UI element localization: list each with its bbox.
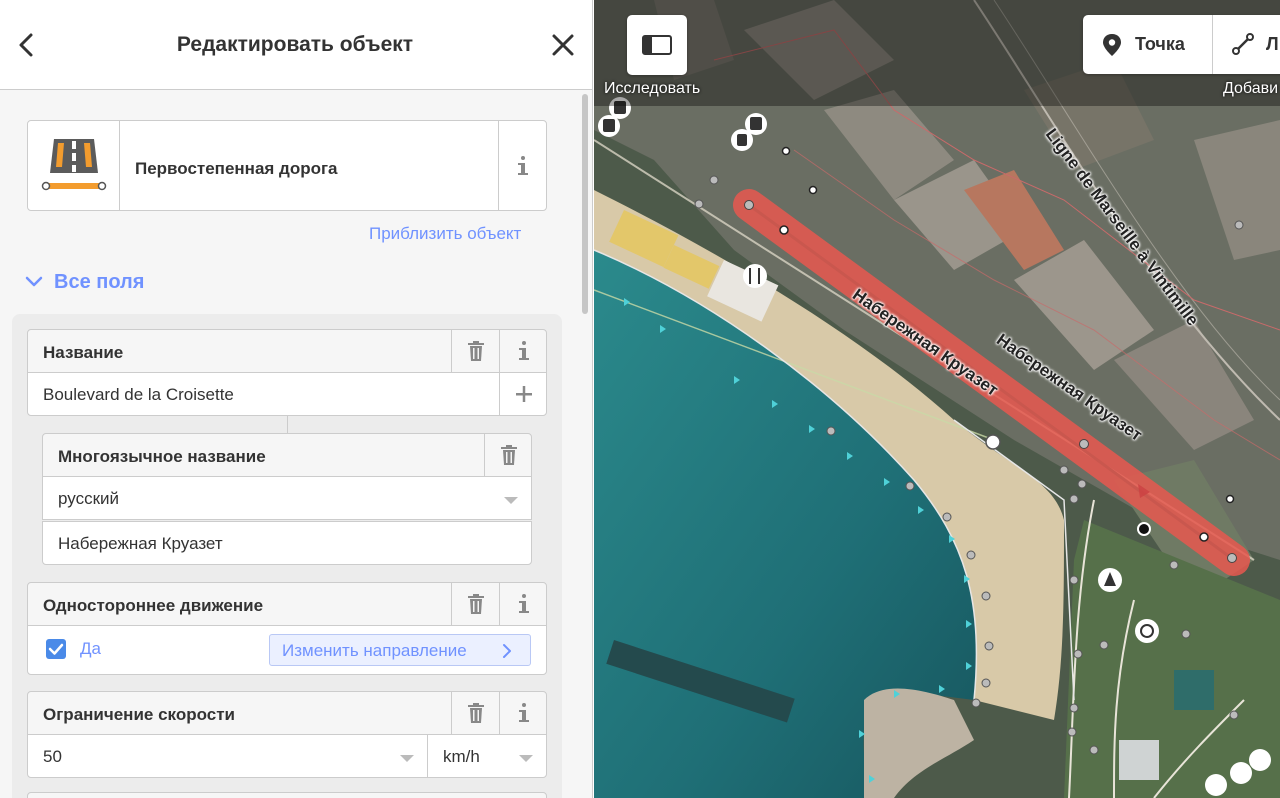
multilingual-delete-button[interactable] <box>484 434 532 476</box>
sidebar-scrollbar[interactable] <box>580 92 590 798</box>
map-imagery <box>594 0 1280 798</box>
primary-road-icon <box>41 139 107 191</box>
oneway-field-title: Одностороннее движение <box>43 596 264 615</box>
multilingual-field-title: Многоязычное название <box>58 447 266 466</box>
name-info-button[interactable] <box>499 330 547 372</box>
localized-name-value: Набережная Круазет <box>58 534 223 553</box>
map-marker-icon <box>1103 34 1121 56</box>
preset-icon-box <box>28 121 120 210</box>
chevron-left-icon <box>19 33 33 57</box>
oneway-field-label: Одностороннее движение <box>27 582 547 626</box>
maxspeed-unit-select[interactable]: km/h <box>427 734 547 778</box>
language-select[interactable]: русский <box>42 476 532 520</box>
name-input[interactable]: Boulevard de la Croisette <box>27 372 547 416</box>
explore-label: Исследовать <box>604 80 701 97</box>
language-value: русский <box>58 489 120 508</box>
preset-info-button[interactable] <box>498 121 546 210</box>
info-icon <box>518 703 529 722</box>
back-button[interactable] <box>14 30 40 60</box>
localized-connector <box>287 416 288 434</box>
trash-icon <box>467 341 484 361</box>
reverse-direction-button[interactable]: Изменить направление <box>269 634 531 666</box>
reverse-direction-label: Изменить направление <box>282 641 467 660</box>
line-icon <box>1232 33 1254 55</box>
add-point-label: Точка <box>1135 34 1185 54</box>
all-fields-label: Все поля <box>54 271 145 293</box>
trash-icon <box>467 594 484 614</box>
trash-icon <box>467 703 484 723</box>
next-field <box>27 792 547 798</box>
sidebar: Редактировать объект Первостепенная доро… <box>0 0 593 798</box>
scrollbar-thumb[interactable] <box>582 94 588 314</box>
maxspeed-value-input[interactable]: 50 <box>27 734 428 778</box>
add-label: Добави <box>1223 80 1279 97</box>
inspector-title: Редактировать объект <box>176 33 414 56</box>
map-view[interactable]: Набережная Круазет Набережная Круазет Li… <box>594 0 1280 798</box>
trash-icon <box>500 445 517 465</box>
info-icon <box>518 594 529 613</box>
name-delete-button[interactable] <box>451 330 499 372</box>
add-line-label: Л <box>1266 34 1279 54</box>
add-localized-name-button[interactable] <box>499 373 547 415</box>
plus-icon <box>516 386 532 402</box>
name-field-title: Название <box>43 343 124 362</box>
info-icon <box>518 341 529 360</box>
maxspeed-value: 50 <box>43 747 62 766</box>
multilingual-field-label: Многоязычное название <box>42 433 532 477</box>
add-point-button[interactable]: Точка <box>1083 15 1213 74</box>
maxspeed-unit: km/h <box>443 747 480 766</box>
maxspeed-field-label: Ограничение скорости <box>27 691 547 735</box>
name-field-label: Название <box>27 329 547 373</box>
oneway-info-button[interactable] <box>499 583 547 625</box>
sidebar-toggle-button[interactable] <box>627 15 687 75</box>
close-icon <box>552 34 574 56</box>
add-mode-bar: Точка Л <box>1083 15 1280 74</box>
localized-name-input[interactable]: Набережная Круазет <box>42 521 532 565</box>
chevron-down-icon <box>25 276 43 287</box>
preset-name: Первостепенная дорога <box>135 159 338 178</box>
info-icon <box>518 156 528 175</box>
caret-down-icon <box>400 755 414 762</box>
sidebar-icon <box>642 35 672 55</box>
add-line-button[interactable]: Л <box>1214 15 1280 74</box>
oneway-checkbox[interactable] <box>46 639 66 659</box>
inspector-header: Редактировать объект <box>0 0 592 90</box>
maxspeed-info-button[interactable] <box>499 692 547 734</box>
zoom-to-feature-link[interactable]: Приблизить объект <box>369 224 521 244</box>
preset-selector[interactable]: Первостепенная дорога <box>27 120 547 211</box>
maxspeed-field-title: Ограничение скорости <box>43 705 235 724</box>
caret-down-icon <box>504 497 518 504</box>
chevron-right-icon <box>503 644 511 658</box>
checkmark-icon <box>48 643 64 655</box>
close-button[interactable] <box>550 30 576 60</box>
maxspeed-delete-button[interactable] <box>451 692 499 734</box>
oneway-checkbox-label[interactable]: Да <box>80 639 101 659</box>
oneway-delete-button[interactable] <box>451 583 499 625</box>
caret-down-icon <box>519 755 533 762</box>
name-value: Boulevard de la Croisette <box>43 385 234 404</box>
